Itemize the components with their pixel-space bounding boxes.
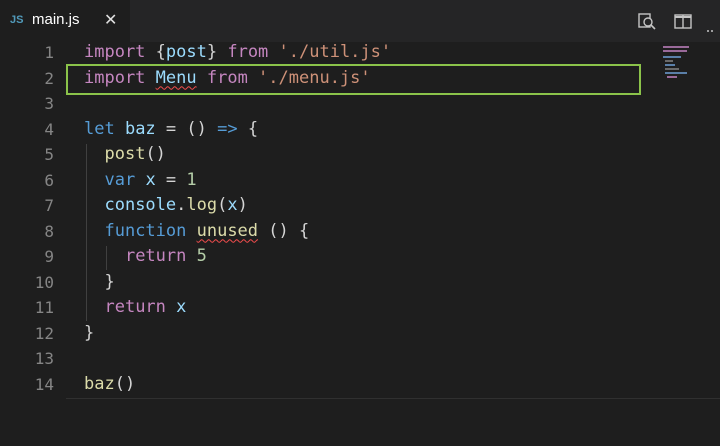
- code-token: log: [186, 195, 218, 215]
- code-token: post: [104, 144, 146, 164]
- code-token: (: [217, 195, 228, 215]
- line-number: 5: [44, 145, 54, 164]
- code-token: (): [114, 373, 136, 394]
- code-token: x: [145, 169, 156, 190]
- divider: [66, 398, 720, 399]
- code-line[interactable]: }: [84, 321, 94, 347]
- code-token: 1: [186, 169, 197, 190]
- error-token: unused: [196, 220, 259, 241]
- code-token: baz: [84, 373, 115, 394]
- code-token: import: [84, 42, 156, 62]
- line-number: 12: [34, 323, 54, 343]
- line-number: 14: [34, 374, 54, 394]
- code-line[interactable]: return 5: [84, 244, 207, 270]
- code-token: }: [84, 271, 115, 292]
- line-number: 11: [34, 298, 54, 317]
- line-number: 10: [34, 272, 54, 292]
- code-token: var: [104, 169, 146, 190]
- code-token: return: [124, 246, 197, 266]
- code-line[interactable]: function unused () {: [84, 219, 309, 245]
- code-token: './util.js': [278, 42, 392, 62]
- code-token: .: [176, 195, 187, 215]
- line-number: 13: [34, 349, 54, 368]
- split-editor-icon[interactable]: [674, 13, 692, 35]
- code-token: {: [155, 42, 166, 62]
- line-number: 8: [44, 221, 54, 241]
- code-token: x: [176, 297, 187, 317]
- line-number: 6: [44, 170, 54, 190]
- javascript-file-icon: JS: [10, 14, 24, 26]
- tab-bar: JS main.js ✕: [0, 0, 720, 42]
- line-number: 4: [44, 119, 54, 139]
- code-token: =>: [217, 118, 238, 139]
- code-token: }: [206, 42, 228, 62]
- code-token: from: [227, 42, 279, 62]
- code-token: =: [155, 169, 187, 190]
- code-token: = (): [155, 118, 218, 139]
- code-token: post: [165, 42, 207, 62]
- code-token: function: [104, 220, 197, 241]
- code-token: }: [84, 322, 95, 343]
- minimap[interactable]: [660, 42, 720, 102]
- indent-guide: [106, 246, 107, 270]
- code-line[interactable]: let baz = () => {: [84, 117, 258, 143]
- highlight-box: [66, 64, 641, 95]
- line-number: 3: [44, 94, 54, 113]
- code-line[interactable]: console.log(x): [84, 193, 248, 219]
- indent-guide: [86, 144, 87, 321]
- code-token: () {: [258, 220, 310, 241]
- code-token: ): [237, 195, 248, 215]
- code-token: console: [104, 195, 177, 215]
- code-token: baz: [124, 118, 156, 139]
- code-line[interactable]: baz(): [84, 372, 135, 398]
- code-line[interactable]: post(): [84, 142, 166, 168]
- code-token: 5: [196, 246, 207, 266]
- more-actions-icon[interactable]: [706, 18, 716, 37]
- line-number: 7: [44, 196, 54, 215]
- code-line[interactable]: }: [84, 270, 115, 296]
- code-editor[interactable]: 1 2 3 4 5 6 7 8 9 10 11 12 13 14 import {post} from '…: [0, 42, 720, 446]
- line-number: 2: [44, 68, 54, 88]
- code-token: let: [84, 118, 125, 139]
- code-line[interactable]: import {post} from './util.js': [84, 40, 391, 66]
- code-line[interactable]: var x = 1: [84, 168, 197, 194]
- tab-label: main.js: [32, 11, 80, 28]
- line-number: 1: [44, 43, 54, 62]
- code-token: x: [227, 195, 238, 215]
- close-icon[interactable]: ✕: [104, 10, 117, 30]
- line-number: 9: [44, 247, 54, 266]
- code-token: return: [104, 297, 177, 317]
- open-changes-icon[interactable]: [637, 13, 657, 35]
- code-token: {: [237, 118, 259, 139]
- code-token: (): [145, 144, 166, 164]
- tab-main-js[interactable]: JS main.js ✕: [0, 0, 130, 42]
- code-line[interactable]: return x: [84, 295, 186, 321]
